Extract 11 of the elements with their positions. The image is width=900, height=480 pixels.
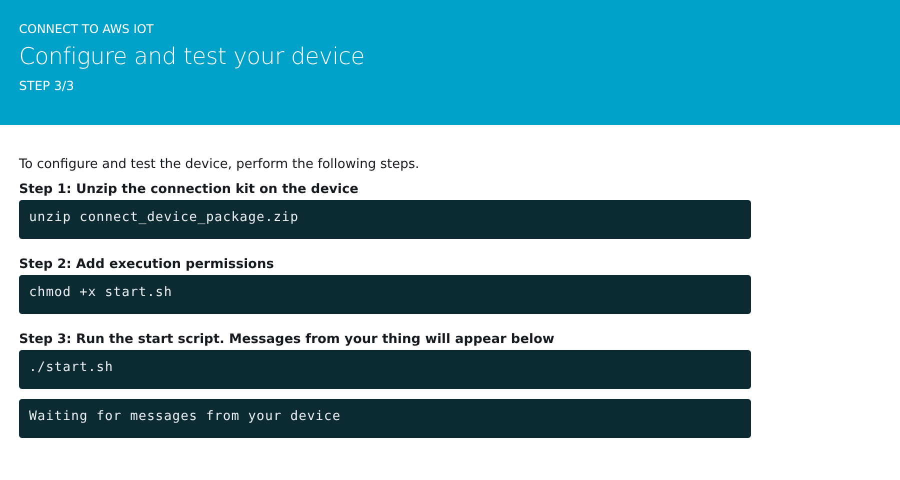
code-block: ./start.sh	[19, 350, 751, 389]
breadcrumb-label: CONNECT TO AWS IOT	[19, 22, 155, 36]
step-heading: Step 2: Add execution permissions	[19, 257, 275, 272]
code-block: Waiting for messages from your device	[19, 399, 751, 438]
step-indicator: STEP 3/3	[19, 78, 76, 93]
step-heading: Step 3: Run the start script. Messages from your thing will appear below	[19, 332, 556, 347]
step-heading: Step 1: Unzip the connection kit on the device	[19, 182, 360, 197]
code-block: chmod +x start.sh	[19, 275, 751, 314]
code-block: unzip connect_device_package.zip	[19, 200, 751, 239]
intro-text: To configure and test the device, perform the following steps.	[19, 157, 420, 172]
page-title: Configure and test your device	[19, 44, 366, 70]
